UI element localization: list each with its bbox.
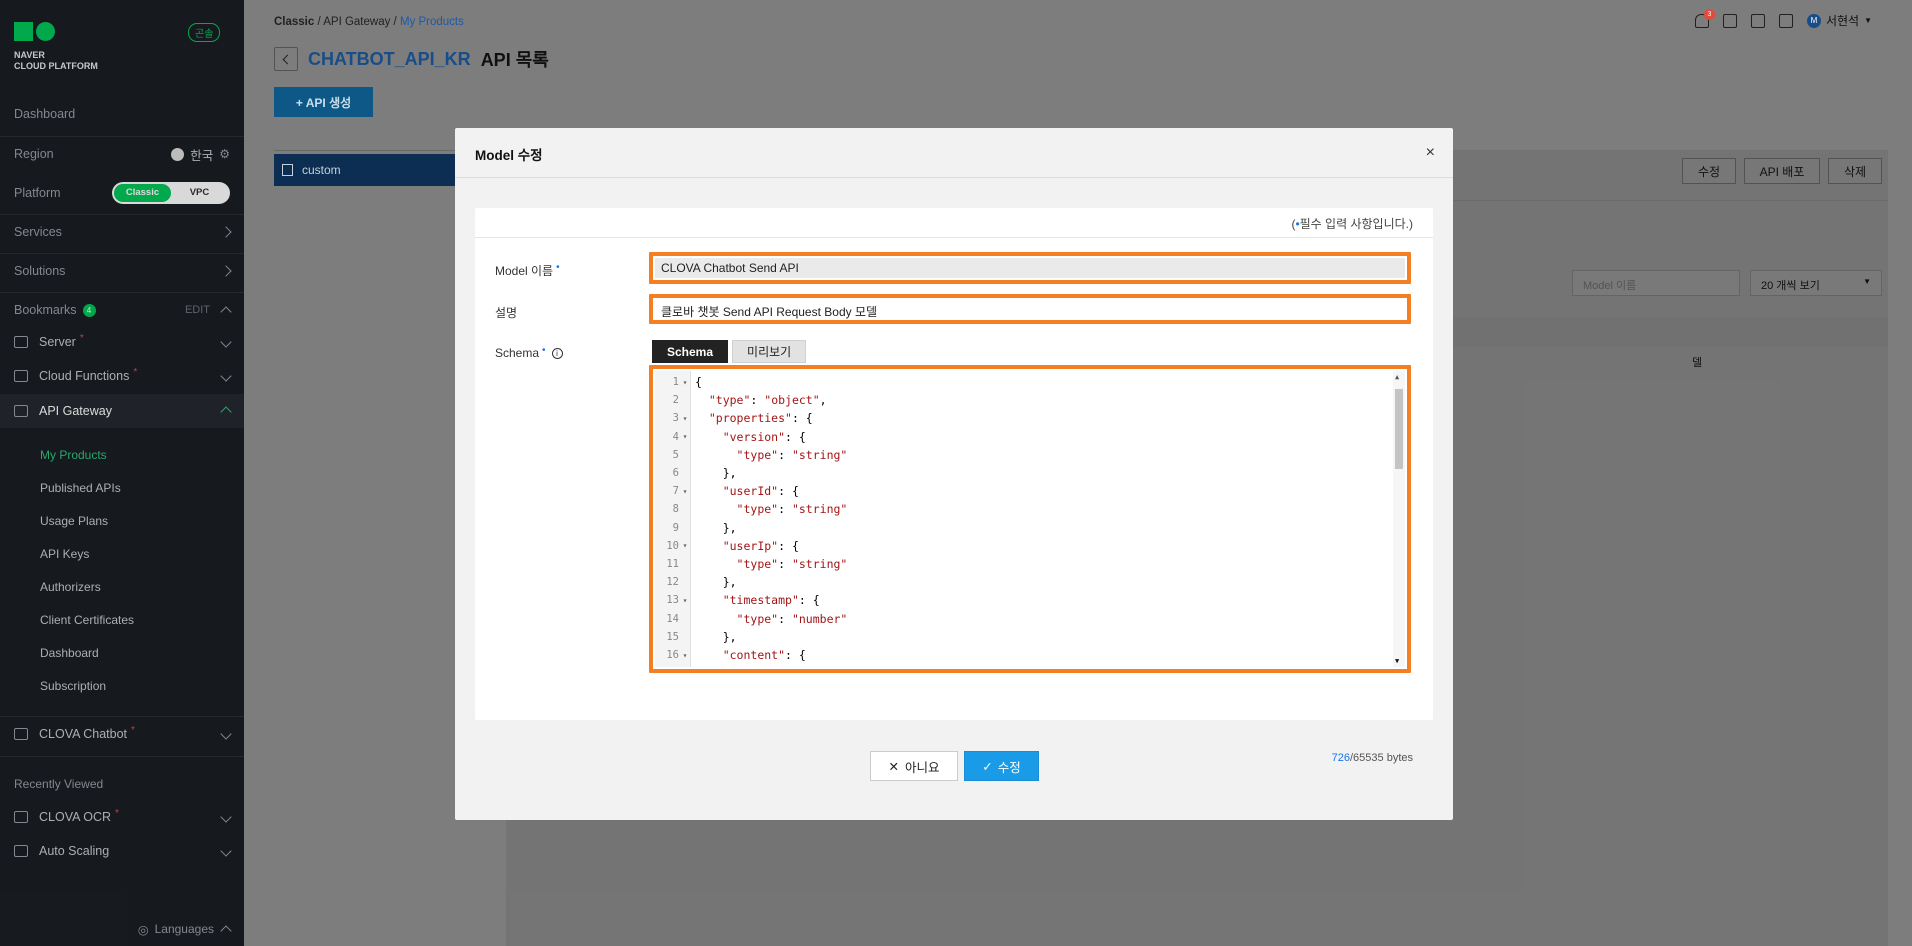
model-name-field: CLOVA Chatbot Send API — [649, 252, 1411, 284]
code-text: "type": "object", — [708, 393, 827, 408]
code-text: "timestamp": { — [722, 593, 820, 608]
code-line: 1 ▾ { — [655, 373, 1385, 391]
code-line: 8 "type": "string" — [655, 500, 1385, 518]
form-card: (•필수 입력 사항입니다.) Model 이름 • CLOVA Chatbot … — [475, 208, 1433, 764]
required-note: (•필수 입력 사항입니다.) — [1291, 217, 1413, 231]
line-number: 1 — [672, 376, 679, 388]
code-line: 2 "type": "object", — [655, 391, 1385, 409]
schema-code-editor[interactable]: 1 ▾{2 "type": "object", 3 ▾ "properties": {… — [655, 371, 1405, 667]
code-text: "userIp": { — [722, 538, 799, 553]
model-edit-modal: Model 수정 × (•필수 입력 사항입니다.) Model 이름 • CLO… — [455, 128, 1453, 820]
code-text: }, — [695, 520, 737, 535]
editor-scrollbar[interactable]: ▲ ▼ — [1393, 371, 1405, 667]
line-number: 15 — [666, 630, 679, 643]
fold-toggle-icon[interactable]: ▾ — [679, 487, 691, 496]
line-number: 9 — [672, 521, 679, 534]
modal-title: Model 수정 — [475, 148, 543, 163]
code-line: 10 ▾ "userIp": { — [655, 537, 1385, 555]
code-text: "userId": { — [722, 484, 799, 499]
code-text: "type": "string" — [736, 502, 848, 517]
fold-toggle-icon[interactable]: ▾ — [679, 541, 691, 550]
line-number: 3 — [672, 412, 679, 425]
code-line: 12 }, — [655, 573, 1385, 591]
code-text: "content": { — [722, 648, 806, 662]
line-number: 11 — [666, 558, 679, 570]
code-text: "version": { — [722, 429, 806, 444]
code-text: }, — [695, 629, 737, 644]
line-number: 16 — [666, 649, 679, 661]
line-number: 8 — [672, 503, 679, 516]
byte-counter: 726/65535 bytes — [1331, 752, 1413, 764]
code-line: 7 ▾ "userId": { — [655, 482, 1385, 500]
code-line: 16 ▾ "content": { — [655, 646, 1385, 664]
code-line: 13 ▾ "timestamp": { — [655, 591, 1385, 609]
fold-toggle-icon[interactable]: ▾ — [679, 596, 691, 605]
schema-editor-frame: 1 ▾{2 "type": "object", 3 ▾ "properties": {… — [649, 365, 1411, 673]
description-field: 클로바 챗봇 Send API Request Body 모델 — [649, 294, 1411, 324]
line-number: 12 — [666, 576, 679, 589]
description-input[interactable]: 클로바 챗봇 Send API Request Body 모델 — [655, 300, 1405, 319]
tab-preview[interactable]: 미리보기 — [732, 340, 807, 363]
fold-toggle-icon[interactable]: ▾ — [679, 378, 691, 387]
code-line: 5 "type": "string" — [655, 446, 1385, 464]
schema-tabs: Schema 미리보기 — [652, 340, 807, 363]
line-number: 10 — [666, 539, 679, 552]
line-number: 13 — [666, 594, 679, 607]
scrollbar-thumb[interactable] — [1395, 389, 1403, 469]
code-text: "type": "string" — [736, 447, 848, 462]
description-label: 설명 — [495, 306, 518, 320]
model-name-label: Model 이름 • — [495, 262, 560, 278]
code-line: 6 }, — [655, 464, 1385, 482]
code-text: "properties": { — [708, 411, 813, 426]
line-number: 14 — [666, 612, 679, 625]
tab-schema[interactable]: Schema — [652, 340, 729, 363]
info-icon[interactable]: i — [551, 347, 563, 359]
code-line: 4 ▾ "version": { — [655, 428, 1385, 446]
code-text: }, — [695, 466, 737, 480]
line-number: 7 — [672, 485, 679, 498]
sidebar: NAVER CLOUD PLATFORM 곤솔 Dashboard Region … — [0, 0, 244, 946]
scroll-down-icon[interactable]: ▼ — [1395, 657, 1399, 665]
code-line: 17 "type": "array" — [655, 664, 1385, 667]
code-text: "type": "number" — [736, 611, 848, 626]
close-icon: ✕ — [888, 759, 899, 774]
code-text: }, — [695, 575, 737, 590]
close-icon[interactable]: × — [1426, 145, 1435, 161]
check-icon: ✓ — [982, 759, 993, 774]
code-text: "type": "string" — [736, 557, 848, 571]
code-line: 14 "type": "number" — [655, 610, 1385, 628]
fold-toggle-icon[interactable]: ▾ — [679, 432, 691, 441]
code-line: 3 ▾ "properties": { — [655, 409, 1385, 427]
scroll-up-icon[interactable]: ▲ — [1395, 373, 1399, 381]
line-number: 4 — [672, 430, 679, 443]
code-line: 9 }, — [655, 519, 1385, 537]
code-line: 15 }, — [655, 628, 1385, 646]
code-text: { — [695, 375, 702, 389]
sidebar-dim-overlay — [0, 0, 244, 946]
fold-toggle-icon[interactable]: ▾ — [679, 651, 691, 660]
line-number: 5 — [672, 448, 679, 461]
schema-label: Schema • i — [495, 345, 563, 360]
code-line: 11 "type": "string" — [655, 555, 1385, 573]
code-text: "type": "array" — [691, 666, 841, 667]
cancel-button[interactable]: ✕ 아니요 — [870, 751, 958, 781]
fold-toggle-icon[interactable]: ▾ — [679, 414, 691, 423]
line-number: 2 — [672, 394, 679, 407]
submit-button[interactable]: ✓ 수정 — [964, 751, 1039, 781]
model-name-input[interactable]: CLOVA Chatbot Send API — [655, 258, 1405, 278]
line-number: 6 — [672, 467, 679, 479]
